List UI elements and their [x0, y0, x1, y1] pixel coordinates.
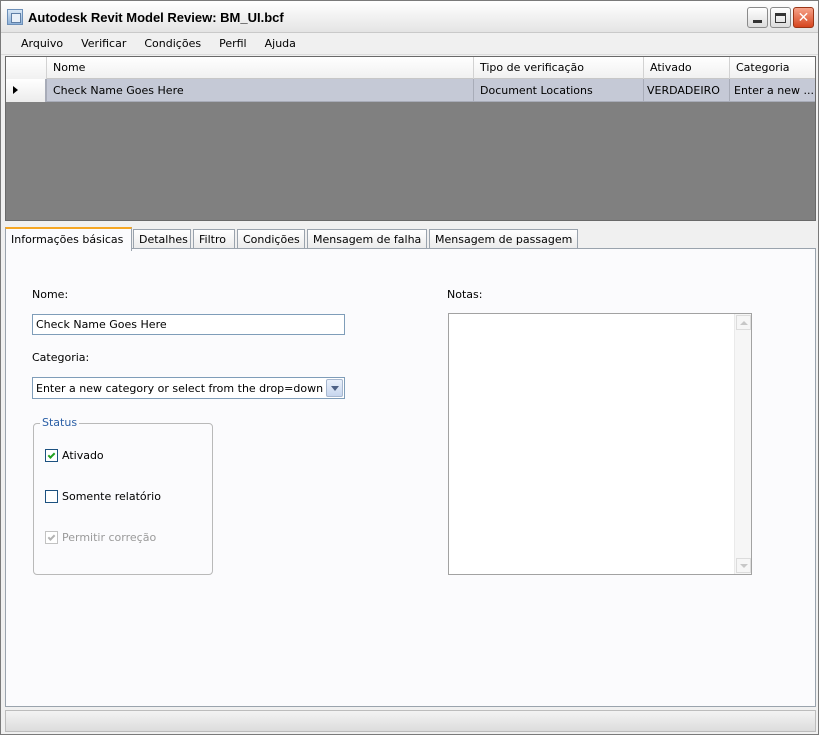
notes-scrollbar[interactable]	[734, 314, 751, 574]
status-group-title: Status	[40, 416, 80, 429]
somente-relatorio-checkbox[interactable]	[45, 490, 58, 503]
category-combobox[interactable]: Enter a new category or select from the …	[32, 377, 345, 399]
tab-mensagem-de-falha[interactable]: Mensagem de falha	[307, 229, 427, 250]
row-selector[interactable]	[6, 79, 46, 102]
menu-ajuda[interactable]: Ajuda	[256, 37, 305, 50]
notes-textarea[interactable]	[448, 313, 752, 575]
cell-nome[interactable]: Check Name Goes Here	[46, 79, 473, 102]
close-icon: ✕	[797, 9, 810, 26]
grid-corner-cell[interactable]	[6, 57, 46, 79]
table-row[interactable]: Check Name Goes Here Document Locations …	[6, 79, 815, 102]
close-button[interactable]: ✕	[793, 7, 814, 28]
maximize-icon	[775, 12, 786, 23]
column-header-tipo[interactable]: Tipo de verificação	[473, 57, 643, 79]
checks-grid[interactable]: Nome Tipo de verificação Ativado Categor…	[5, 56, 816, 221]
column-header-categoria[interactable]: Categoria	[729, 57, 815, 79]
category-label: Categoria:	[32, 351, 90, 364]
permitir-correcao-checkbox	[45, 531, 58, 544]
window-title: Autodesk Revit Model Review: BM_UI.bcf	[28, 10, 284, 25]
category-value: Enter a new category or select from the …	[36, 382, 324, 395]
status-bar	[5, 710, 816, 732]
menu-bar: Arquivo Verificar Condições Perfil Ajuda	[1, 33, 818, 55]
checkmark-icon	[47, 532, 56, 541]
notes-label: Notas:	[447, 288, 483, 301]
basic-info-panel: Nome: Check Name Goes Here Categoria: En…	[5, 248, 816, 707]
status-groupbox: Status Ativado Somente relatório Permiti…	[33, 416, 213, 575]
menu-perfil[interactable]: Perfil	[210, 37, 256, 50]
name-label: Nome:	[32, 288, 69, 301]
checkmark-icon	[47, 450, 56, 459]
maximize-button[interactable]	[770, 7, 791, 28]
app-icon[interactable]	[7, 9, 23, 25]
chevron-down-icon	[330, 385, 339, 391]
column-header-nome[interactable]: Nome	[46, 57, 473, 79]
permitir-correcao-checkbox-row: Permitir correção	[45, 531, 156, 544]
category-dropdown-button[interactable]	[326, 379, 343, 397]
menu-verificar[interactable]: Verificar	[72, 37, 135, 50]
tab-filtro[interactable]: Filtro	[193, 229, 235, 250]
cell-categoria[interactable]: Enter a new ...	[729, 79, 815, 102]
title-bar[interactable]: Autodesk Revit Model Review: BM_UI.bcf ✕	[1, 1, 818, 33]
tab-condicoes[interactable]: Condições	[237, 229, 305, 250]
row-selector-arrow-icon	[13, 86, 18, 94]
menu-condicoes[interactable]: Condições	[135, 37, 210, 50]
permitir-correcao-label: Permitir correção	[62, 531, 157, 544]
column-header-ativado[interactable]: Ativado	[643, 57, 729, 79]
arrow-down-icon	[739, 563, 748, 568]
ativado-label: Ativado	[62, 449, 104, 462]
tab-strip: Informações básicas Detalhes Filtro Cond…	[5, 227, 816, 251]
minimize-button[interactable]	[747, 7, 768, 28]
tab-informacoes-basicas[interactable]: Informações básicas	[5, 227, 132, 251]
grid-header: Nome Tipo de verificação Ativado Categor…	[6, 57, 815, 79]
somente-relatorio-checkbox-row[interactable]: Somente relatório	[45, 490, 161, 503]
tab-detalhes[interactable]: Detalhes	[133, 229, 191, 250]
ativado-checkbox-row[interactable]: Ativado	[45, 449, 104, 462]
scroll-down-button[interactable]	[736, 558, 751, 573]
ativado-checkbox[interactable]	[45, 449, 58, 462]
menu-arquivo[interactable]: Arquivo	[12, 37, 72, 50]
somente-relatorio-label: Somente relatório	[62, 490, 161, 503]
app-window: Autodesk Revit Model Review: BM_UI.bcf ✕…	[0, 0, 819, 735]
minimize-icon	[753, 20, 762, 23]
name-input[interactable]: Check Name Goes Here	[32, 314, 345, 335]
scroll-up-button[interactable]	[736, 315, 751, 330]
tab-mensagem-de-passagem[interactable]: Mensagem de passagem	[429, 229, 578, 250]
cell-ativado[interactable]: VERDADEIRO	[643, 79, 729, 102]
cell-tipo[interactable]: Document Locations	[473, 79, 643, 102]
arrow-up-icon	[739, 320, 748, 325]
